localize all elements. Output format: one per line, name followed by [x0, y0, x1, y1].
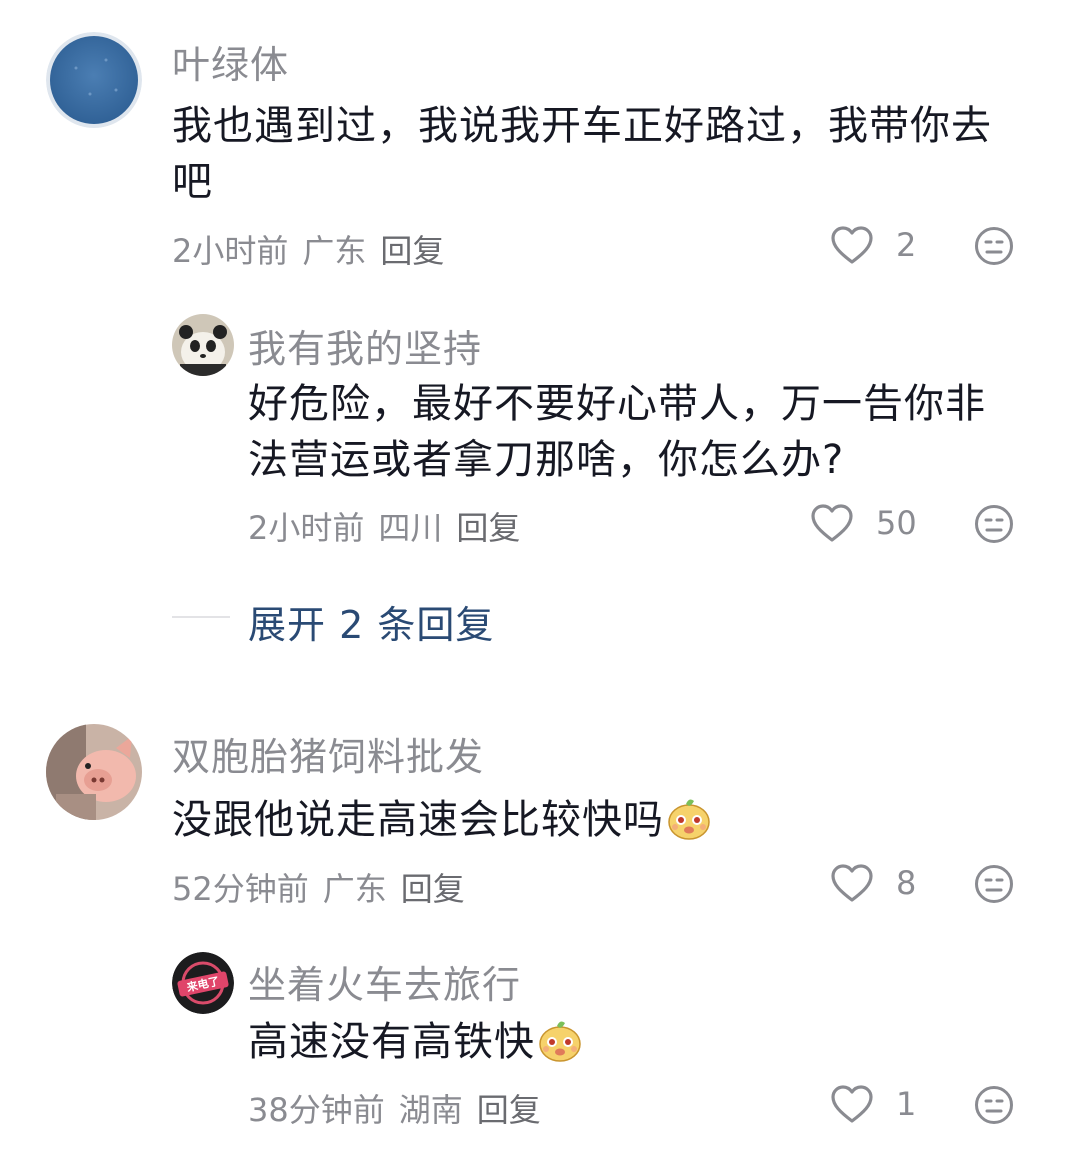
avatar[interactable]: 来电了 — [172, 952, 234, 1014]
reply-text: 高速没有高铁快 — [248, 1014, 1018, 1070]
reply-button[interactable]: 回复 — [380, 232, 444, 270]
expand-replies-button[interactable]: 展开 2 条回复 — [248, 594, 494, 649]
like-count: 50 — [876, 504, 917, 542]
reply-button[interactable]: 回复 — [401, 870, 465, 908]
sticker-emoji-icon — [668, 799, 710, 840]
comment-text: 我也遇到过，我说我开车正好路过，我带你去吧 — [172, 103, 992, 205]
comment-location: 广东 — [302, 232, 367, 270]
avatar[interactable] — [46, 32, 142, 128]
reply-meta: 2小时前 四川 回复 — [248, 503, 534, 549]
avatar[interactable] — [172, 314, 234, 376]
like-button[interactable]: 1 — [830, 1084, 916, 1124]
like-count: 2 — [896, 226, 917, 264]
reply-button[interactable]: 回复 — [477, 1091, 541, 1129]
comment-location: 广东 — [322, 870, 387, 908]
reply-text: 好危险，最好不要好心带人，万一告你非法营运或者拿刀那啥，你怎么办? — [248, 381, 986, 483]
reply-location: 四川 — [378, 509, 443, 547]
neutral-face-icon[interactable] — [974, 1085, 1014, 1125]
neutral-face-icon[interactable] — [974, 864, 1014, 904]
comment-time: 2小时前 — [172, 232, 289, 270]
reply-meta: 38分钟前 湖南 回复 — [248, 1085, 555, 1131]
like-count: 8 — [896, 864, 917, 902]
like-button[interactable]: 8 — [830, 863, 916, 903]
comment-meta: 52分钟前 广东 回复 — [172, 864, 479, 910]
comment-meta: 2小时前 广东 回复 — [172, 226, 458, 272]
expand-divider — [172, 616, 230, 618]
reply-time: 2小时前 — [248, 509, 365, 547]
comment-text-body: 没跟他说走高速会比较快吗 — [172, 797, 664, 843]
heart-outline-icon — [831, 864, 873, 902]
comment-time: 52分钟前 — [172, 870, 309, 908]
reply-username[interactable]: 坐着火车去旅行 — [248, 954, 521, 1009]
reply-button[interactable]: 回复 — [456, 509, 520, 547]
heart-outline-icon — [831, 226, 873, 264]
reply-location: 湖南 — [398, 1091, 463, 1129]
reply-time: 38分钟前 — [248, 1091, 385, 1129]
neutral-face-icon[interactable] — [974, 226, 1014, 266]
reply-username[interactable]: 我有我的坚持 — [248, 318, 482, 373]
comment-username[interactable]: 双胞胎猪饲料批发 — [172, 726, 484, 781]
neutral-face-icon[interactable] — [974, 504, 1014, 544]
avatar[interactable] — [46, 724, 142, 820]
heart-outline-icon — [811, 504, 853, 542]
like-count: 1 — [896, 1085, 917, 1123]
comment-username[interactable]: 叶绿体 — [172, 34, 289, 89]
like-button[interactable]: 50 — [810, 503, 917, 543]
sticker-emoji-icon — [539, 1021, 581, 1062]
like-button[interactable]: 2 — [830, 225, 916, 265]
reply-text-body: 高速没有高铁快 — [248, 1019, 535, 1065]
comment-text: 没跟他说走高速会比较快吗 — [172, 792, 1022, 848]
heart-outline-icon — [831, 1085, 873, 1123]
